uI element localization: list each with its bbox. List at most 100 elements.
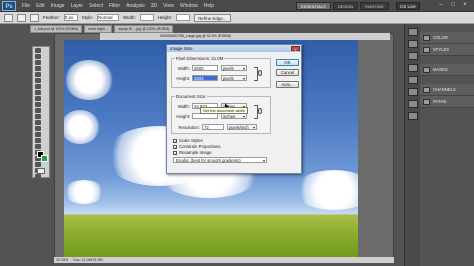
pixel-width-unit-select[interactable]: pixels — [221, 65, 247, 71]
menu-view[interactable]: View — [163, 3, 174, 9]
menu-window[interactable]: Window — [180, 3, 198, 9]
color-panel-tab[interactable]: COLOR — [420, 32, 474, 44]
cloud — [294, 170, 358, 210]
menu-image[interactable]: Image — [51, 3, 65, 9]
brush-tool-icon[interactable] — [35, 90, 41, 95]
cancel-button[interactable]: Cancel — [276, 69, 299, 76]
move-tool-icon[interactable] — [35, 48, 41, 53]
styles-panel-tab[interactable]: STYLES — [420, 44, 474, 56]
menu-3d[interactable]: 3D — [151, 3, 157, 9]
workspace-essentials[interactable]: ESSENTIALS — [296, 2, 331, 10]
blur-tool-icon[interactable] — [35, 120, 41, 125]
channels-panel-tab[interactable]: CHANNELS — [420, 84, 474, 96]
history-panel-icon[interactable] — [408, 28, 418, 36]
pixel-height-unit-select[interactable]: pixels — [221, 75, 247, 81]
clone-source-icon[interactable] — [408, 76, 418, 84]
width-label: Width: — [123, 15, 136, 20]
pen-tool-icon[interactable] — [35, 132, 41, 137]
workspace-painting[interactable]: PAINTING — [360, 2, 389, 10]
quick-select-tool-icon[interactable] — [35, 66, 41, 71]
workspace-design[interactable]: DESIGN — [332, 2, 359, 10]
path-select-icon[interactable] — [35, 144, 41, 149]
pixel-height-input[interactable]: 2933 — [192, 75, 218, 81]
menu-layer[interactable]: Layer — [71, 3, 84, 9]
info-panel-icon[interactable] — [408, 52, 418, 60]
3d-panel-icon[interactable] — [408, 88, 418, 96]
healing-brush-icon[interactable] — [35, 84, 41, 89]
type-tool-icon[interactable] — [35, 138, 41, 143]
refine-edge-button[interactable]: Refine Edge... — [194, 13, 231, 22]
resolution-unit-select[interactable]: pixels/inch — [227, 124, 257, 130]
feather-value: 0 px — [64, 15, 74, 20]
constrain-proportions-checkbox[interactable]: ✓ — [173, 144, 177, 149]
zoom-level[interactable]: 33.33% — [56, 258, 68, 262]
eyedropper-tool-icon[interactable] — [35, 78, 41, 83]
height-label: Height: — [157, 15, 173, 20]
resample-method-select[interactable]: Bicubic (best for smooth gradients) — [173, 157, 267, 163]
pixel-height-label: Height: — [176, 75, 190, 81]
doc-chain-icon — [258, 108, 262, 114]
lasso-tool-icon[interactable] — [35, 60, 41, 65]
height-input[interactable] — [176, 14, 191, 21]
channels-icon — [423, 86, 430, 93]
history-brush-icon[interactable] — [35, 102, 41, 107]
resolution-label: Resolution: — [178, 124, 201, 130]
width-input[interactable] — [139, 14, 154, 21]
pixel-width-input[interactable]: 2500 — [192, 65, 218, 71]
brush-panel-icon[interactable] — [408, 64, 418, 72]
auto-button[interactable]: Auto... — [276, 81, 299, 88]
constrain-proportions-row: ✓ Constrain Proportions — [173, 144, 221, 149]
resolution-input[interactable]: 72 — [202, 124, 224, 130]
background-color-swatch[interactable] — [41, 155, 48, 162]
right-panel-dock: COLOR STYLES MASKS CHANNELS PATHS — [420, 24, 474, 266]
menu-file[interactable]: File — [22, 3, 30, 9]
doc-tab[interactable]: mark hight ... — [84, 25, 113, 33]
pixel-width-row: Width: 2500 pixels — [172, 65, 247, 71]
doc-tab[interactable]: 1_lost.psd @ 100% (RGB/8) — [30, 25, 83, 33]
crop-tool-icon[interactable] — [35, 72, 41, 77]
menu-help[interactable]: Help — [204, 3, 214, 9]
notes-panel-icon[interactable] — [408, 112, 418, 120]
eraser-tool-icon[interactable] — [35, 108, 41, 113]
doc-tab[interactable]: sandy f6 ... jpg @ 100% (RGB/8) — [114, 25, 174, 33]
resample-image-checkbox[interactable]: ✓ — [173, 150, 177, 155]
minimize-button[interactable]: – — [436, 1, 446, 10]
status-bar: 33.33% Doc: 21.0M/21.0M — [54, 257, 394, 263]
cs-live-button[interactable]: CS Live — [396, 2, 420, 10]
dialog-title-bar[interactable]: Image Size x — [167, 45, 301, 52]
ok-button[interactable]: OK — [276, 59, 299, 66]
scale-styles-row: ✓ Scale Styles — [173, 138, 203, 143]
paths-panel-tab[interactable]: PATHS — [420, 96, 474, 108]
menu-analysis[interactable]: Analysis — [126, 3, 145, 9]
scale-styles-checkbox[interactable]: ✓ — [173, 138, 177, 143]
pixel-dimensions-group: Pixel Dimensions: 21.0M Width: 2500 pixe… — [171, 56, 271, 88]
masks-panel-tab[interactable]: MASKS — [420, 64, 474, 76]
dodge-tool-icon[interactable] — [35, 126, 41, 131]
pixel-dimensions-label: Pixel Dimensions: 21.0M — [175, 56, 225, 61]
maximize-button[interactable]: □ — [448, 1, 458, 10]
menu-filter[interactable]: Filter — [109, 3, 120, 9]
document-width-tooltip: Set the document width — [200, 107, 248, 114]
marquee-tool-preset-icon[interactable] — [4, 13, 13, 22]
scale-styles-label: Scale Styles — [179, 138, 203, 143]
measurement-log-icon[interactable] — [408, 100, 418, 108]
marquee-tool-icon[interactable] — [35, 54, 41, 59]
actions-panel-icon[interactable] — [408, 40, 418, 48]
pixel-height-row: Height: 2933 pixels — [172, 75, 247, 81]
gradient-tool-icon[interactable] — [35, 114, 41, 119]
clone-stamp-icon[interactable] — [35, 96, 41, 101]
add-to-selection-icon[interactable] — [30, 13, 39, 22]
document-size-group: Document Size: Width: 34.833 inches Heig… — [171, 94, 271, 134]
style-select[interactable]: Normal — [97, 14, 120, 21]
dialog-title: Image Size — [170, 46, 193, 51]
menu-edit[interactable]: Edit — [36, 3, 45, 9]
feather-label: Feather: — [43, 15, 60, 20]
zoom-tool-icon[interactable] — [35, 174, 41, 179]
dialog-close-button[interactable]: x — [291, 46, 300, 52]
close-window-button[interactable]: × — [460, 1, 470, 10]
application-bar: Ps File Edit Image Layer Select Filter A… — [0, 0, 474, 12]
quick-mask-icon[interactable] — [37, 168, 45, 174]
new-selection-icon[interactable] — [17, 13, 26, 22]
menu-select[interactable]: Select — [89, 3, 103, 9]
feather-input[interactable]: 0 px — [63, 14, 78, 21]
